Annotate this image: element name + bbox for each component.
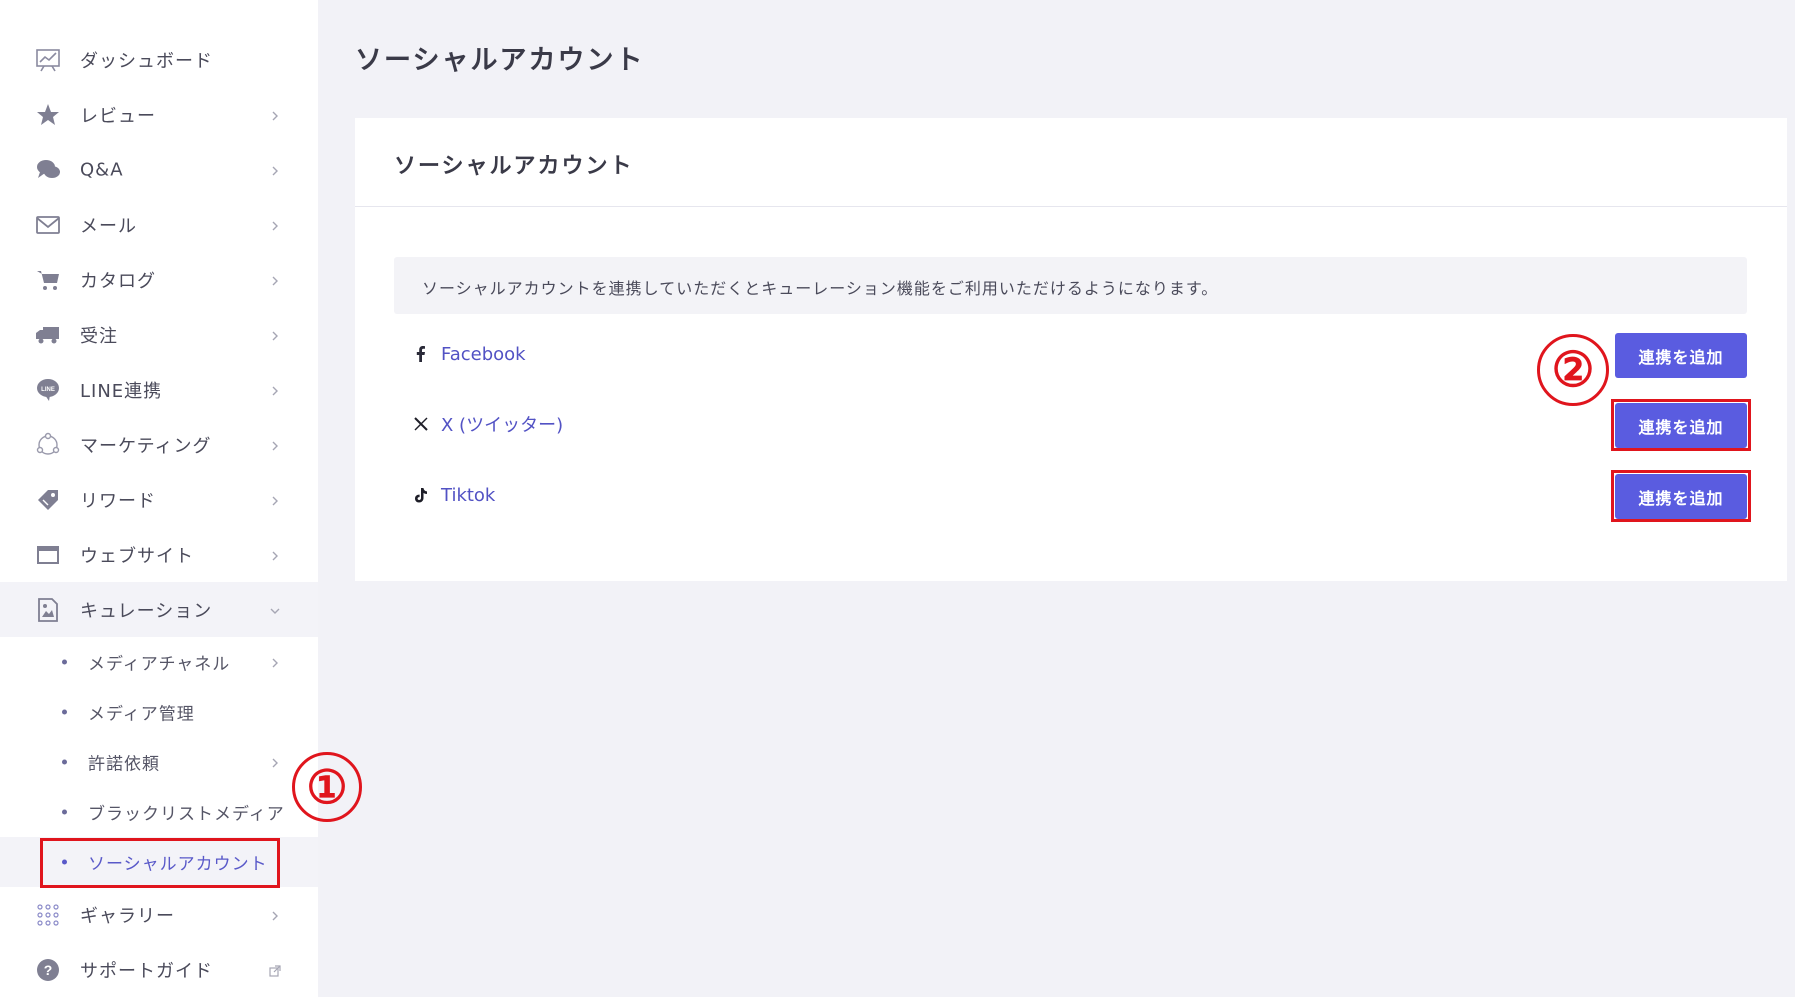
dashboard-chart-icon — [34, 46, 62, 74]
sidebar-item-label: ダッシュボード — [80, 50, 213, 72]
svg-text:?: ? — [44, 962, 53, 978]
sidebar-subitem-permission-request[interactable]: 許諾依頼 — [0, 737, 318, 787]
sidebar-item-label: メール — [80, 215, 137, 237]
sidebar-item-dashboard[interactable]: ダッシュボード — [0, 32, 318, 87]
highlight-box-social-account — [40, 838, 280, 888]
card-title: ソーシャルアカウント — [394, 154, 634, 179]
sidebar-item-reward[interactable]: リワード — [0, 472, 318, 527]
sidebar-subitem-media-management[interactable]: メディア管理 — [0, 687, 318, 737]
x-icon — [411, 414, 431, 434]
truck-icon — [34, 321, 62, 349]
sidebar-item-label: 受注 — [80, 325, 118, 347]
sidebar-subitem-label: メディアチャネル — [88, 654, 231, 675]
sidebar-item-label: レビュー — [80, 105, 156, 127]
sidebar-item-label: キュレーション — [80, 600, 213, 622]
chevron-down-icon — [268, 603, 282, 617]
sidebar-item-mail[interactable]: メール — [0, 197, 318, 252]
highlight-box-x-button — [1611, 399, 1751, 451]
step-1-marker: ① — [292, 752, 362, 822]
sidebar-subitem-media-channel[interactable]: メディアチャネル — [0, 637, 318, 687]
chevron-right-icon — [268, 273, 282, 287]
social-account-link[interactable]: Tiktok — [441, 485, 495, 506]
sidebar-item-website[interactable]: ウェブサイト — [0, 527, 318, 582]
grid-dots-icon — [34, 901, 62, 929]
sidebar-item-label: LINE連携 — [80, 380, 163, 402]
sidebar-subitem-label: 許諾依頼 — [88, 754, 160, 775]
sidebar-item-curation[interactable]: キュレーション — [0, 582, 318, 637]
add-facebook-link-button[interactable]: 連携を追加 — [1615, 333, 1747, 378]
external-link-icon — [268, 963, 282, 977]
social-account-link[interactable]: Facebook — [441, 344, 526, 365]
bullet-dot — [62, 809, 67, 815]
sidebar-item-support-guide[interactable]: ? サポートガイド — [0, 942, 318, 997]
sidebar-item-qa[interactable]: Q&A — [0, 142, 318, 197]
line-icon: LINE — [34, 376, 62, 404]
chevron-right-icon — [268, 383, 282, 397]
step-2-marker: ② — [1537, 334, 1609, 406]
highlight-box-tiktok-button — [1611, 470, 1751, 522]
sidebar-item-label: Q&A — [80, 159, 124, 180]
sidebar-item-line[interactable]: LINE LINE連携 — [0, 362, 318, 417]
sidebar-subitem-label: メディア管理 — [88, 704, 195, 725]
sidebar-item-catalog[interactable]: カタログ — [0, 252, 318, 307]
social-row-tiktok: Tiktok — [411, 480, 495, 510]
sidebar-item-label: リワード — [80, 490, 156, 512]
sidebar: ダッシュボード レビュー Q&A メール カタログ 受注 LINE LINE連携… — [0, 0, 318, 997]
network-icon — [34, 431, 62, 459]
chevron-right-icon — [268, 493, 282, 507]
chevron-right-icon — [268, 655, 282, 669]
browser-window-icon — [34, 541, 62, 569]
bullet-dot — [62, 659, 67, 665]
chevron-right-icon — [268, 908, 282, 922]
chevron-right-icon — [268, 755, 282, 769]
sidebar-item-marketing[interactable]: マーケティング — [0, 417, 318, 472]
bullet-dot — [62, 759, 67, 765]
chevron-right-icon — [268, 438, 282, 452]
star-icon — [34, 101, 62, 129]
sidebar-item-label: カタログ — [80, 270, 156, 292]
svg-text:LINE: LINE — [41, 387, 55, 393]
sidebar-item-review[interactable]: レビュー — [0, 87, 318, 142]
sidebar-item-label: マーケティング — [80, 435, 212, 457]
card-header: ソーシャルアカウント — [355, 118, 1787, 207]
facebook-icon — [411, 344, 431, 364]
chevron-right-icon — [268, 328, 282, 342]
chevron-right-icon — [268, 108, 282, 122]
chevron-right-icon — [268, 218, 282, 232]
sidebar-item-label: ギャラリー — [80, 905, 175, 927]
sidebar-subitem-label: ブラックリストメディア — [88, 804, 285, 825]
chevron-right-icon — [268, 163, 282, 177]
social-account-link[interactable]: X (ツイッター) — [441, 411, 563, 437]
sidebar-item-label: サポートガイド — [80, 960, 213, 982]
sidebar-subitem-blacklist-media[interactable]: ブラックリストメディア — [0, 787, 318, 837]
tiktok-icon — [411, 485, 431, 505]
envelope-icon — [34, 211, 62, 239]
social-row-x: X (ツイッター) — [411, 409, 563, 439]
chat-bubbles-icon — [34, 156, 62, 184]
question-circle-icon: ? — [34, 956, 62, 984]
chevron-right-icon — [268, 548, 282, 562]
bullet-dot — [62, 709, 67, 715]
image-document-icon — [34, 596, 62, 624]
tag-icon — [34, 486, 62, 514]
sidebar-item-gallery[interactable]: ギャラリー — [0, 887, 318, 942]
page-title: ソーシャルアカウント — [355, 45, 645, 76]
info-text: ソーシャルアカウントを連携していただくとキューレーション機能をご利用いただけるよ… — [422, 279, 1219, 298]
info-bar: ソーシャルアカウントを連携していただくとキューレーション機能をご利用いただけるよ… — [394, 257, 1747, 314]
sidebar-item-orders[interactable]: 受注 — [0, 307, 318, 362]
sidebar-item-label: ウェブサイト — [80, 545, 194, 567]
social-row-facebook: Facebook — [411, 339, 526, 369]
cart-icon — [34, 266, 62, 294]
